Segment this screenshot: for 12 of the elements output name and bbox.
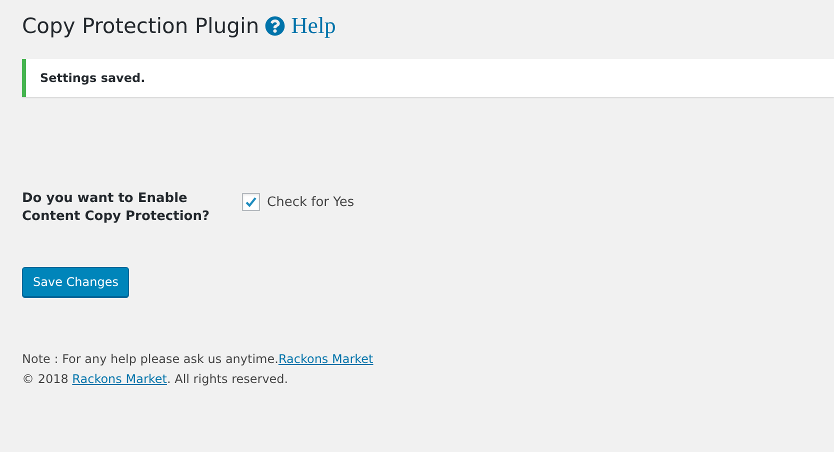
checkbox[interactable]: [242, 193, 260, 211]
checkbox-label: Check for Yes: [267, 194, 354, 210]
save-button[interactable]: Save Changes: [22, 267, 130, 297]
help-link[interactable]: Help: [291, 13, 336, 39]
notice-text: Settings saved.: [40, 71, 146, 85]
page-title: Copy Protection Plugin: [22, 14, 260, 38]
copyright-text: © 2018 Rackons Market. All rights reserved.: [22, 371, 290, 388]
market-link[interactable]: Rackons Market: [278, 352, 374, 366]
help-note: Note : For any help please ask us anytime.Rackons Market: [22, 351, 374, 368]
help-icon: [265, 16, 286, 36]
setting-label: Do you want to Enable Content Copy Protection?: [22, 190, 211, 226]
market-link[interactable]: Rackons Market: [72, 372, 167, 386]
